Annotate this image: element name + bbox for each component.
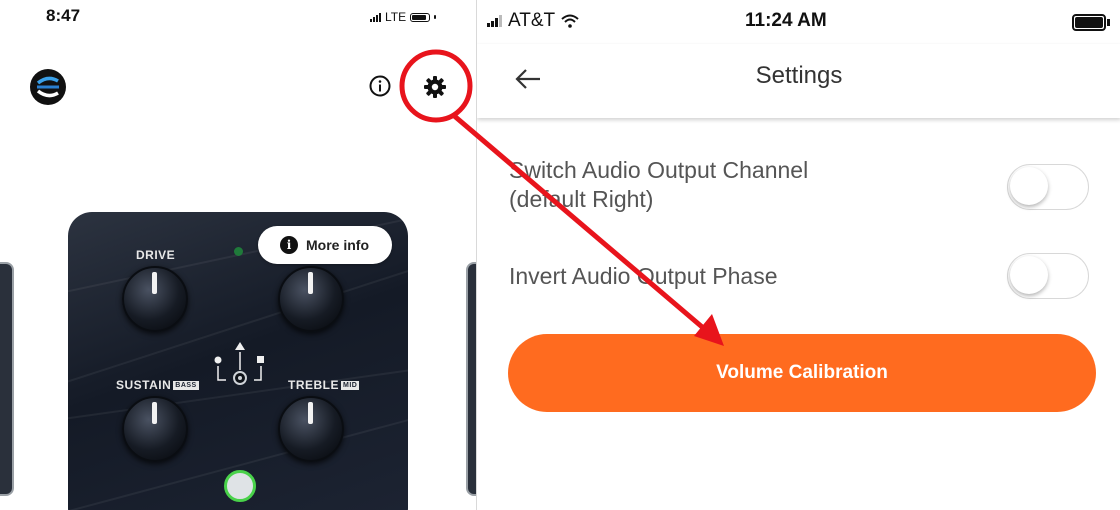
knob-label-sustain: SUSTAIN BASS bbox=[116, 378, 199, 392]
prev-pedal-edge[interactable] bbox=[0, 262, 14, 496]
status-carrier-group: AT&T bbox=[487, 10, 579, 32]
network-type: LTE bbox=[385, 10, 407, 24]
knob-label-treble: TREBLE MID bbox=[288, 378, 360, 392]
battery-icon bbox=[1072, 14, 1106, 31]
next-pedal-edge[interactable] bbox=[466, 262, 476, 496]
battery-icon bbox=[410, 12, 431, 22]
sustain-knob[interactable] bbox=[122, 396, 188, 462]
more-info-button[interactable]: i More info bbox=[258, 226, 392, 264]
more-info-label: More info bbox=[306, 237, 369, 253]
led-indicator bbox=[234, 247, 243, 256]
footswitch[interactable] bbox=[224, 470, 256, 502]
right-phone-screen: AT&T 11:24 AM Settings Switch Audio Outp… bbox=[476, 0, 1120, 510]
signal-icon bbox=[370, 12, 381, 22]
status-time: 8:47 bbox=[46, 6, 81, 25]
signal-icon bbox=[487, 15, 502, 27]
status-time: 11:24 AM bbox=[745, 10, 827, 31]
treble-knob[interactable] bbox=[278, 396, 344, 462]
gear-icon[interactable] bbox=[423, 75, 447, 99]
source-audio-logo-icon[interactable] bbox=[30, 69, 66, 105]
page-title: Settings bbox=[755, 62, 843, 89]
drive-knob[interactable] bbox=[122, 266, 188, 332]
setting-label-invert-phase: Invert Audio Output Phase bbox=[509, 263, 778, 289]
info-icon: i bbox=[280, 236, 298, 254]
info-circle-icon[interactable] bbox=[369, 75, 391, 97]
setting-label-switch-channel: Switch Audio Output Channel (default Rig… bbox=[509, 157, 809, 212]
mode-selector-icon[interactable] bbox=[210, 338, 270, 392]
carrier-name: AT&T bbox=[508, 10, 556, 31]
left-phone-screen: 8:47 LTE DRIVE SUSTAIN BASS TREBLE MID i… bbox=[0, 0, 476, 510]
top-right-knob[interactable] bbox=[278, 266, 344, 332]
wifi-icon bbox=[561, 14, 579, 28]
status-indicators: LTE bbox=[370, 10, 437, 24]
knob-label-drive: DRIVE bbox=[136, 248, 176, 262]
invert-phase-toggle[interactable] bbox=[1007, 253, 1089, 299]
switch-channel-toggle[interactable] bbox=[1007, 164, 1089, 210]
volume-calibration-button[interactable]: Volume Calibration bbox=[508, 334, 1096, 412]
